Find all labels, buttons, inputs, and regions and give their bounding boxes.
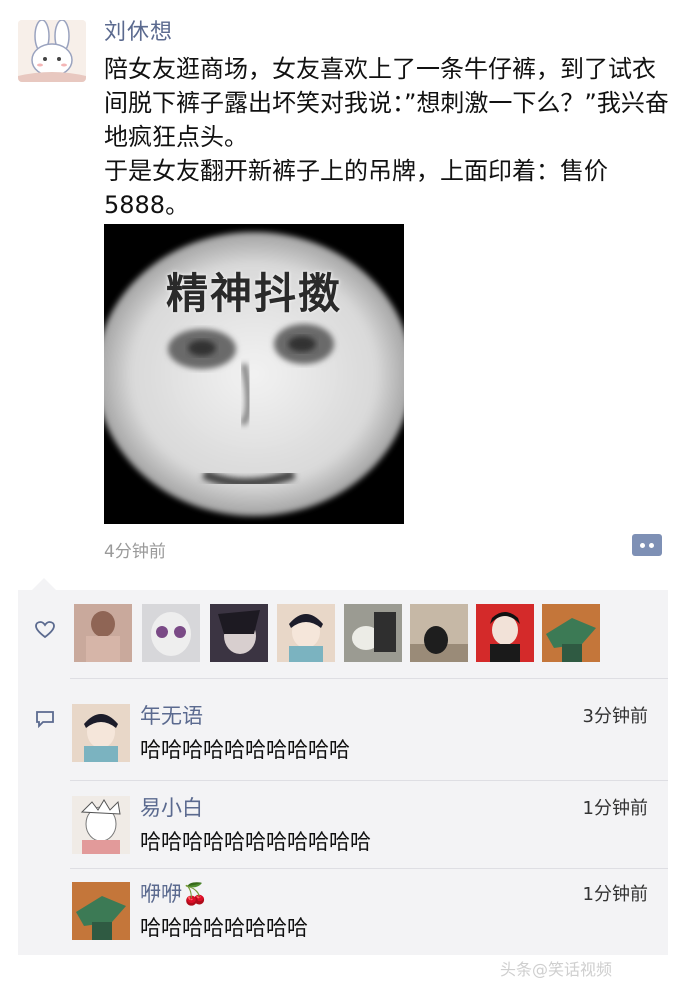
like-avatar[interactable] — [344, 604, 402, 662]
dot-icon — [640, 543, 645, 548]
commenter-name-text: 咿咿 — [140, 882, 182, 906]
heart-icon — [35, 621, 55, 639]
divider — [70, 678, 668, 679]
avatar-image — [344, 604, 402, 662]
divider — [70, 780, 668, 781]
commenter-name[interactable]: 咿咿🍒 — [140, 878, 208, 908]
avatar-image — [410, 604, 468, 662]
author-avatar[interactable] — [18, 20, 86, 82]
avatar-image — [74, 604, 132, 662]
comment-time: 1分钟前 — [582, 884, 648, 905]
interaction-panel: 年无语 3分钟前 哈哈哈哈哈哈哈哈哈哈 易小白 1分钟前 哈哈哈哈哈哈哈哈哈哈哈… — [18, 590, 668, 955]
comment-text: 哈哈哈哈哈哈哈哈哈哈哈 — [140, 830, 371, 854]
comment-item: 易小白 1分钟前 哈哈哈哈哈哈哈哈哈哈哈 — [70, 782, 668, 868]
like-avatar[interactable] — [74, 604, 132, 662]
comment-more-button[interactable] — [632, 534, 662, 556]
avatar-image — [277, 604, 335, 662]
comment-time: 3分钟前 — [582, 706, 648, 727]
comment-item: 咿咿🍒 1分钟前 哈哈哈哈哈哈哈哈 — [70, 868, 668, 954]
likes-row — [18, 590, 668, 678]
meme-caption: 精神抖擞 — [165, 269, 342, 318]
comment-time: 1分钟前 — [582, 798, 648, 819]
like-avatar[interactable] — [142, 604, 200, 662]
commenter-name[interactable]: 易小白 — [140, 792, 203, 822]
like-avatar[interactable] — [277, 604, 335, 662]
avatar-image — [476, 604, 534, 662]
avatar-image — [542, 604, 600, 662]
avatar-image — [142, 604, 200, 662]
commenter-name[interactable]: 年无语 — [140, 700, 203, 730]
comment-text: 哈哈哈哈哈哈哈哈 — [140, 916, 308, 940]
commenter-avatar[interactable] — [72, 704, 130, 762]
like-avatar[interactable] — [476, 604, 534, 662]
cherry-emoji: 🍒 — [182, 882, 209, 906]
like-avatar[interactable] — [542, 604, 600, 662]
like-avatar[interactable] — [410, 604, 468, 662]
post-text: 陪女友逛商场，女友喜欢上了一条牛仔裤，到了试衣间脱下裤子露出坏笑对我说：”想刺激… — [104, 55, 669, 219]
author-name[interactable]: 刘休想 — [104, 14, 173, 46]
post-timestamp: 4分钟前 — [104, 542, 166, 562]
panel-pointer — [32, 578, 56, 590]
commenter-avatar[interactable] — [72, 882, 130, 940]
avatar-image — [72, 704, 130, 762]
comment-text: 哈哈哈哈哈哈哈哈哈哈 — [140, 738, 350, 762]
comment-icon — [36, 711, 54, 728]
avatar-image — [72, 796, 130, 854]
dot-icon — [649, 543, 654, 548]
like-avatar[interactable] — [210, 604, 268, 662]
avatar-image — [210, 604, 268, 662]
watermark: 头条@笑话视频 — [500, 960, 613, 979]
avatar-image — [72, 882, 130, 940]
comment-item: 年无语 3分钟前 哈哈哈哈哈哈哈哈哈哈 — [70, 690, 668, 776]
rabbit-avatar-icon — [18, 20, 86, 82]
commenter-avatar[interactable] — [72, 796, 130, 854]
post-image[interactable]: 精神抖擞 — [104, 224, 404, 524]
